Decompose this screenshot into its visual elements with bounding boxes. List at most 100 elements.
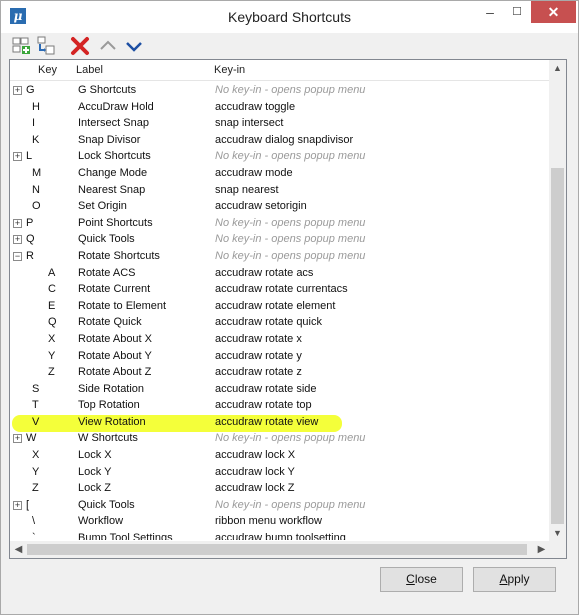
horizontal-scroll-thumb[interactable] (27, 544, 527, 555)
list-item[interactable]: X Rotate About X accudraw rotate x (10, 331, 550, 348)
row-label: Intersect Snap (78, 117, 149, 130)
list-item[interactable]: H AccuDraw Hold accudraw toggle (10, 99, 550, 116)
row-keyin: accudraw rotate view (215, 415, 319, 428)
list-item[interactable]: E Rotate to Element accudraw rotate elemen… (10, 298, 550, 315)
row-key: ` (32, 532, 36, 540)
row-label: Lock Y (78, 465, 112, 478)
row-label: W Shortcuts (78, 432, 138, 445)
list-item[interactable]: Z Lock Z accudraw lock Z (10, 480, 550, 497)
list-item[interactable]: C Rotate Current accudraw rotate currentac… (10, 281, 550, 298)
row-key: [ (26, 498, 30, 511)
maximize-button[interactable]: ☐ (504, 1, 530, 23)
close-button[interactable]: Close (380, 567, 463, 592)
list-item[interactable]: K Snap Divisor accudraw dialog snapdivisor (10, 132, 550, 149)
row-label: Lock Shortcuts (78, 150, 151, 163)
add-shortcut-icon[interactable] (11, 35, 33, 57)
row-label: Lock X (78, 449, 112, 462)
scroll-right-icon[interactable]: ▶ (533, 541, 550, 558)
list-item[interactable]: \ Workflow ribbon menu workflow (10, 513, 550, 530)
row-keyin: accudraw dialog snapdivisor (215, 133, 354, 146)
list-item[interactable]: + W W Shortcuts No key-in - opens popup men… (10, 430, 550, 447)
list-item[interactable]: A Rotate ACS accudraw rotate acs (10, 265, 550, 282)
list-item[interactable]: M Change Mode accudraw mode (10, 165, 550, 182)
row-keyin: No key-in - opens popup menu (215, 432, 366, 445)
list-item[interactable]: Y Rotate About Y accudraw rotate y (10, 348, 550, 365)
scroll-up-icon[interactable]: ▲ (549, 60, 566, 77)
list-item[interactable]: + P Point Shortcuts No key-in - opens popup… (10, 215, 550, 232)
row-label: Set Origin (78, 200, 127, 213)
row-key: G (26, 84, 35, 96)
row-label: Rotate Quick (78, 316, 142, 329)
expand-icon[interactable]: + (13, 86, 22, 95)
list-item[interactable]: S Side Rotation accudraw rotate side (10, 381, 550, 398)
column-header-keyin[interactable]: Key-in (214, 64, 245, 76)
shortcuts-list[interactable]: Key Label Key-in + G G Shortcuts No key-in … (9, 59, 567, 559)
row-keyin: snap intersect (215, 117, 284, 130)
list-item[interactable]: + G G Shortcuts No key-in - opens popup men… (10, 82, 550, 99)
collapse-icon[interactable]: − (13, 251, 22, 261)
list-rows: + G G Shortcuts No key-in - opens popup men… (10, 82, 550, 540)
row-label: Rotate Current (78, 283, 151, 296)
list-item[interactable]: T Top Rotation accudraw rotate top (10, 397, 550, 414)
list-item[interactable]: + [Quick Tools No key-in - opens popup men… (10, 497, 550, 514)
title-bar[interactable]: μ Keyboard Shortcuts – ☐ ✕ (1, 1, 578, 33)
scroll-left-icon[interactable]: ◀ (10, 541, 27, 558)
row-label: AccuDraw Hold (78, 100, 154, 113)
row-keyin: accudraw rotate side (215, 382, 317, 395)
list-item[interactable]: X Lock X accudraw lock X (10, 447, 550, 464)
scroll-down-icon[interactable]: ▼ (549, 525, 566, 542)
list-item[interactable]: O Set Origin accudraw setorigin (10, 198, 550, 215)
apply-button-mnemonic: A (499, 572, 508, 586)
row-key: I (32, 117, 36, 130)
row-key: X (48, 332, 56, 345)
minimize-button[interactable]: – (476, 1, 504, 23)
row-key: O (32, 200, 41, 213)
expand-icon[interactable]: + (13, 218, 22, 228)
row-key: V (32, 415, 40, 428)
apply-button[interactable]: Apply (473, 567, 556, 592)
add-child-shortcut-icon[interactable] (35, 35, 57, 57)
list-item[interactable]: Q Rotate Quick accudraw rotate quick (10, 314, 550, 331)
apply-button-label: pply (507, 572, 530, 586)
column-header-key[interactable]: Key (38, 64, 57, 76)
row-keyin: accudraw lock X (215, 449, 296, 462)
move-down-icon[interactable] (123, 35, 145, 57)
list-item[interactable]: + L Lock Shortcuts No key-in - opens popup … (10, 148, 550, 165)
list-item[interactable]: N Nearest Snap snap nearest (10, 182, 550, 199)
row-label: Snap Divisor (78, 133, 141, 146)
move-up-icon[interactable] (97, 35, 119, 57)
list-item[interactable]: + Q Quick Tools No key-in - opens popup men… (10, 231, 550, 248)
keyboard-shortcuts-dialog: μ Keyboard Shortcuts – ☐ ✕ Key Label Key… (0, 0, 579, 615)
list-item[interactable]: Z Rotate About Z accudraw rotate z (10, 364, 550, 381)
list-item[interactable]: V View Rotation accudraw rotate view (10, 414, 550, 432)
list-item[interactable]: I Intersect Snap snap intersect (10, 115, 550, 132)
delete-icon[interactable] (69, 35, 91, 57)
row-keyin: No key-in - opens popup menu (215, 249, 366, 262)
row-key: Y (32, 465, 40, 478)
row-keyin: accudraw rotate y (215, 349, 302, 362)
close-window-button[interactable]: ✕ (531, 1, 576, 23)
expand-icon[interactable]: + (13, 235, 22, 245)
list-header: Key Label Key-in (10, 60, 550, 81)
expand-icon[interactable]: + (13, 434, 22, 444)
row-keyin: accudraw rotate x (215, 332, 302, 345)
vertical-scrollbar[interactable]: ▲ ▼ (549, 60, 566, 542)
row-label: Rotate About X (78, 332, 152, 345)
horizontal-scrollbar[interactable]: ◀ ▶ (10, 541, 550, 558)
vertical-scroll-thumb[interactable] (551, 168, 564, 524)
row-key: H (32, 100, 40, 113)
row-key: E (48, 299, 56, 312)
row-key: C (48, 283, 56, 296)
expand-icon[interactable]: + (13, 500, 22, 510)
list-item[interactable]: Y Lock Y accudraw lock Y (10, 464, 550, 481)
row-keyin: No key-in - opens popup menu (215, 233, 366, 246)
column-header-label[interactable]: Label (76, 64, 103, 76)
row-keyin: accudraw toggle (215, 100, 296, 113)
row-keyin: accudraw rotate element (215, 299, 336, 312)
row-label: Rotate ACS (78, 266, 136, 279)
list-item[interactable]: ` Bump Tool Settings accudraw bump toolset… (10, 530, 550, 540)
close-button-mnemonic: C (406, 572, 415, 586)
row-label: Quick Tools (78, 498, 135, 511)
list-item[interactable]: − R Rotate Shortcuts No key-in - opens popu… (10, 248, 550, 265)
expand-icon[interactable]: + (13, 152, 22, 162)
